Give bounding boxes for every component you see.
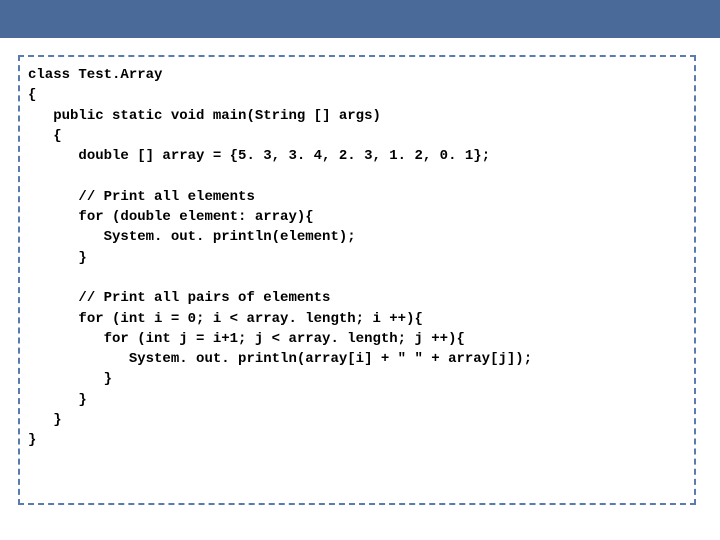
- header-bar: [0, 0, 720, 38]
- code-block: class Test.Array { public static void ma…: [28, 65, 682, 451]
- code-container: class Test.Array { public static void ma…: [18, 55, 696, 505]
